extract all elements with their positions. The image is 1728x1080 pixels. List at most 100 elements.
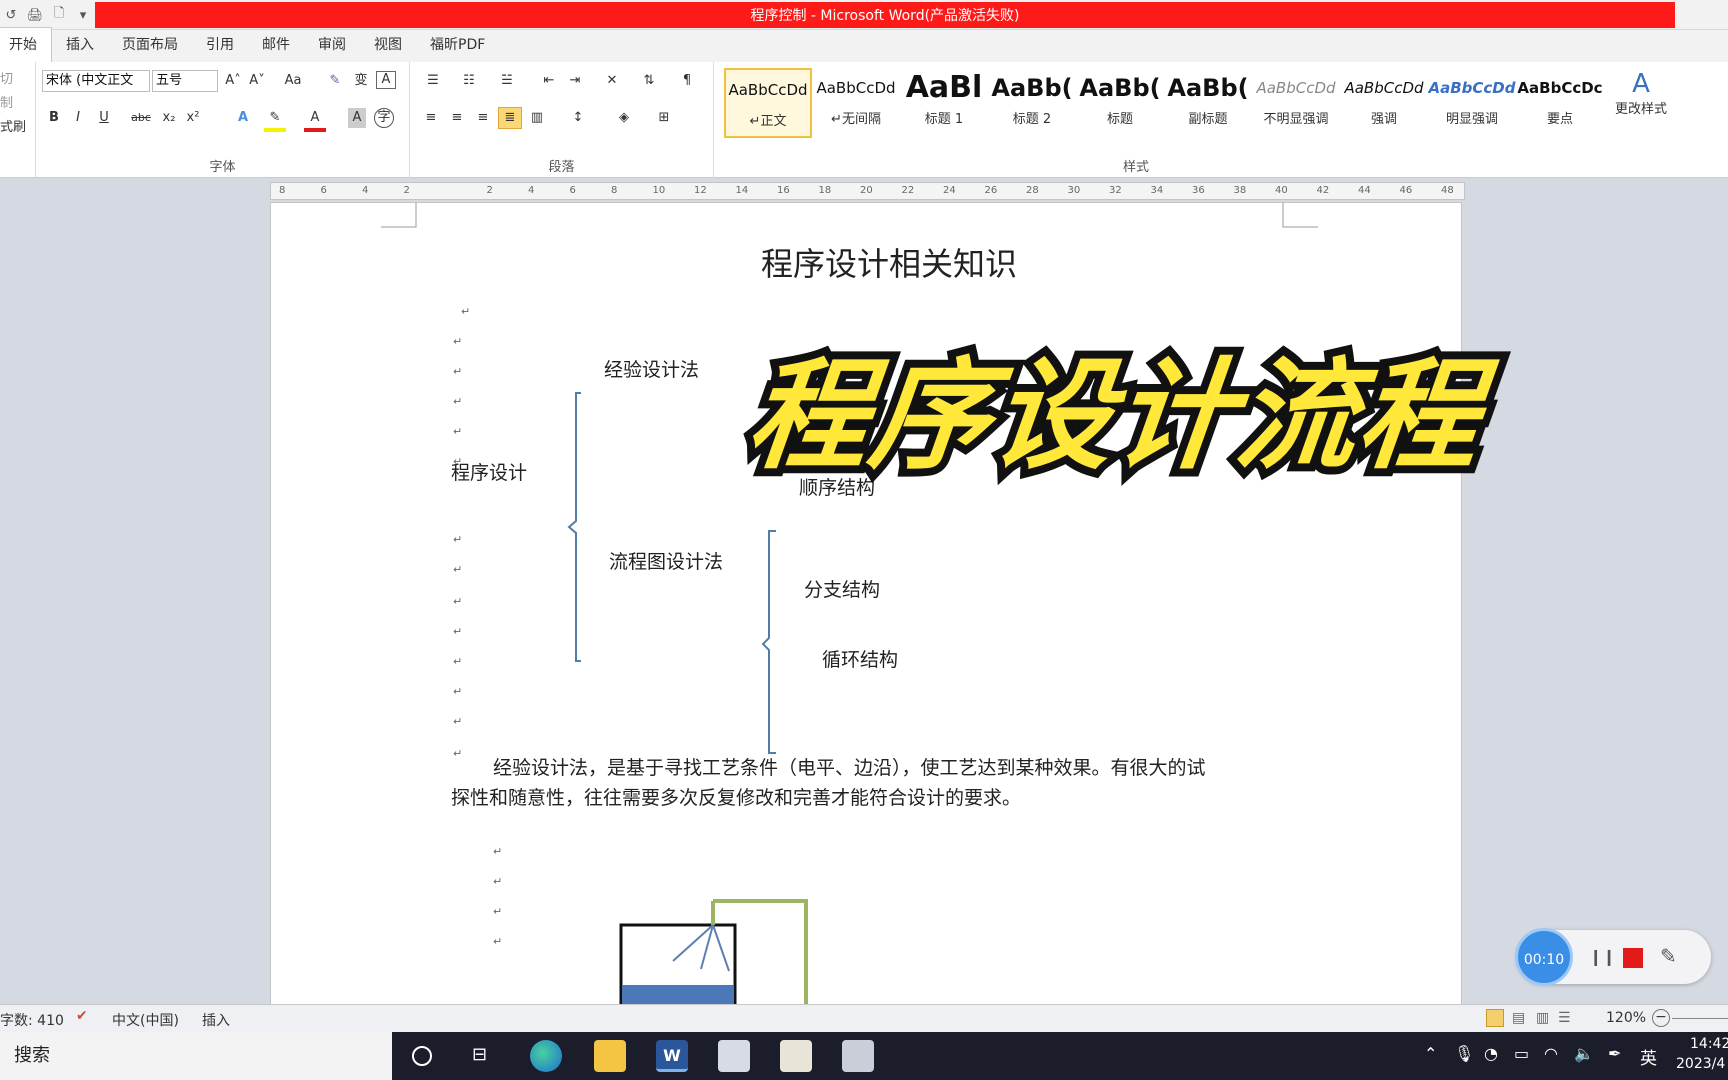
zoom-out-icon[interactable]: − [1652,1009,1670,1027]
numbering-icon[interactable]: ☷ [456,71,482,91]
microphone-icon[interactable]: 🎙 [1454,1044,1474,1063]
app-window-icon[interactable] [718,1040,750,1072]
style-item-9[interactable]: AaBbCcDc 要点 [1516,68,1604,138]
subscript-button[interactable]: x₂ [158,108,180,128]
style-sample: AaBb( [991,74,1073,102]
style-item-4[interactable]: AaBb(标题 [1076,68,1164,138]
justify-icon[interactable]: ≣ [498,107,522,129]
pause-icon[interactable]: ❙❙ [1589,947,1616,966]
proofing-icon[interactable]: ✔ [76,1008,88,1024]
tab-foxit-pdf[interactable]: 福昕PDF [416,34,499,62]
format-painter-button[interactable]: 式刷 [0,118,26,138]
web-layout-icon[interactable]: ▥ [1536,1010,1549,1026]
ime-indicator[interactable]: 英 [1640,1044,1657,1069]
video-editor-icon[interactable] [842,1040,874,1072]
style-item-0[interactable]: AaBbCcDd ↵正文 [724,68,812,138]
paint-icon[interactable] [780,1040,812,1072]
zoom-level[interactable]: 120% [1606,1010,1646,1026]
insert-mode-status[interactable]: 插入 [202,1010,230,1030]
paragraph-mark: ↵ [453,747,463,760]
word-count[interactable]: 字数: 410 [0,1010,64,1030]
word-taskbar-icon[interactable]: W [656,1040,688,1072]
shrink-font-button[interactable]: A˅ [246,71,268,91]
tab-home[interactable]: 开始 [0,27,52,62]
sort-icon[interactable]: ⇅ [638,71,660,91]
tray-chevron-icon[interactable]: ⌃ [1424,1044,1437,1063]
style-item-8[interactable]: AaBbCcDd 明显强调 [1428,68,1516,138]
volume-icon[interactable]: 🔈 [1574,1044,1594,1063]
highlight-icon[interactable]: ✎ [264,108,286,132]
align-center-icon[interactable]: ≡ [446,108,468,128]
tab-review[interactable]: 审阅 [304,34,360,62]
char-shading-icon[interactable]: A [348,108,366,128]
diagram-fill [622,985,734,1006]
change-case-button[interactable]: Aa [280,71,306,91]
bold-button[interactable]: B [44,108,64,128]
font-size-select[interactable]: 五号 [152,70,218,92]
language-status[interactable]: 中文(中国) [112,1010,179,1030]
phonetic-guide-button[interactable]: 变 [350,71,372,91]
clock-time[interactable]: 14:42 [1690,1036,1728,1052]
style-item-6[interactable]: AaBbCcDd 不明显强调 [1252,68,1340,138]
cut-button[interactable]: 切 [0,70,13,90]
print-layout-icon[interactable] [1486,1009,1504,1027]
file-explorer-icon[interactable] [594,1040,626,1072]
multilevel-list-icon[interactable]: ☱ [492,71,522,91]
char-border-button[interactable]: A [376,71,396,89]
cortana-icon[interactable] [412,1046,432,1066]
recorder-timer[interactable]: 00:10 [1515,928,1573,986]
reading-view-icon[interactable]: ▤ [1512,1010,1525,1026]
document-area[interactable]: 8 6 4 2 2 4 6 8 10 12 14 16 18 20 22 24 26 28 30 32 34 36 38 40… [0,178,1728,1006]
copy-button[interactable]: 制 [0,94,13,114]
pen-tray-icon[interactable]: ✒ [1608,1044,1621,1063]
tab-view[interactable]: 视图 [360,34,416,62]
chinese-layout-icon[interactable]: ✕ [600,71,624,91]
task-view-icon[interactable]: ⊟ [472,1044,487,1065]
style-item-3[interactable]: AaBb(标题 2 [988,68,1076,138]
clock-date[interactable]: 2023/4 [1676,1056,1725,1072]
underline-button[interactable]: U [92,108,116,128]
tab-page-layout[interactable]: 页面布局 [108,34,192,62]
borders-icon[interactable]: ⊞ [650,108,678,128]
shading-icon[interactable]: ◈ [610,108,638,128]
bullets-icon[interactable]: ☰ [420,71,446,91]
undo-icon[interactable]: ↺ [2,8,20,23]
zoom-slider[interactable] [1672,1018,1728,1019]
taskbar-search[interactable]: 搜索 [0,1032,392,1080]
italic-button[interactable]: I [68,108,88,128]
clear-format-button[interactable]: ✎ [324,71,346,91]
change-styles-button[interactable]: A 更改样式 [1600,68,1682,120]
customize-qat-icon[interactable]: ▾ [74,8,92,23]
strikethrough-button[interactable]: abc [128,108,154,128]
enclose-char-icon[interactable]: 字 [374,108,394,128]
font-color-icon[interactable]: A [304,108,326,132]
tab-references[interactable]: 引用 [192,34,248,62]
font-name-select[interactable]: 宋体 (中文正文 [42,70,150,92]
style-item-5[interactable]: AaBb(副标题 [1164,68,1252,138]
decrease-indent-icon[interactable]: ⇤ [538,71,560,91]
tab-mailings[interactable]: 邮件 [248,34,304,62]
grow-font-button[interactable]: A˄ [222,71,244,91]
style-item-1[interactable]: AaBbCcDd ↵无间隔 [812,68,900,138]
new-document-icon[interactable]: 🗋 [50,4,68,26]
horizontal-ruler[interactable]: 8 6 4 2 2 4 6 8 10 12 14 16 18 20 22 24 26 28 30 32 34 36 38 40… [270,182,1465,200]
show-marks-icon[interactable]: ¶ [676,71,698,91]
wifi-icon[interactable]: ◠ [1544,1044,1558,1063]
tab-insert[interactable]: 插入 [52,34,108,62]
style-item-7[interactable]: AaBbCcDd 强调 [1340,68,1428,138]
increase-indent-icon[interactable]: ⇥ [564,71,586,91]
outline-view-icon[interactable]: ☰ [1558,1010,1571,1026]
network-tray-icon[interactable]: ◔ [1484,1044,1498,1063]
print-preview-icon[interactable]: 🖨 [26,8,44,23]
align-left-icon[interactable]: ≡ [420,108,442,128]
stop-icon[interactable] [1623,948,1643,968]
distribute-icon[interactable]: ▥ [526,108,548,128]
battery-icon[interactable]: ▭ [1514,1044,1529,1063]
text-effects-icon[interactable]: A [232,108,254,128]
pen-icon[interactable]: ✎ [1660,944,1677,968]
style-item-2[interactable]: AaBl 标题 1 [900,68,988,138]
superscript-button[interactable]: x² [182,108,204,128]
line-spacing-icon[interactable]: ↕ [564,108,592,128]
edge-icon[interactable] [530,1040,562,1072]
align-right-icon[interactable]: ≡ [472,108,494,128]
